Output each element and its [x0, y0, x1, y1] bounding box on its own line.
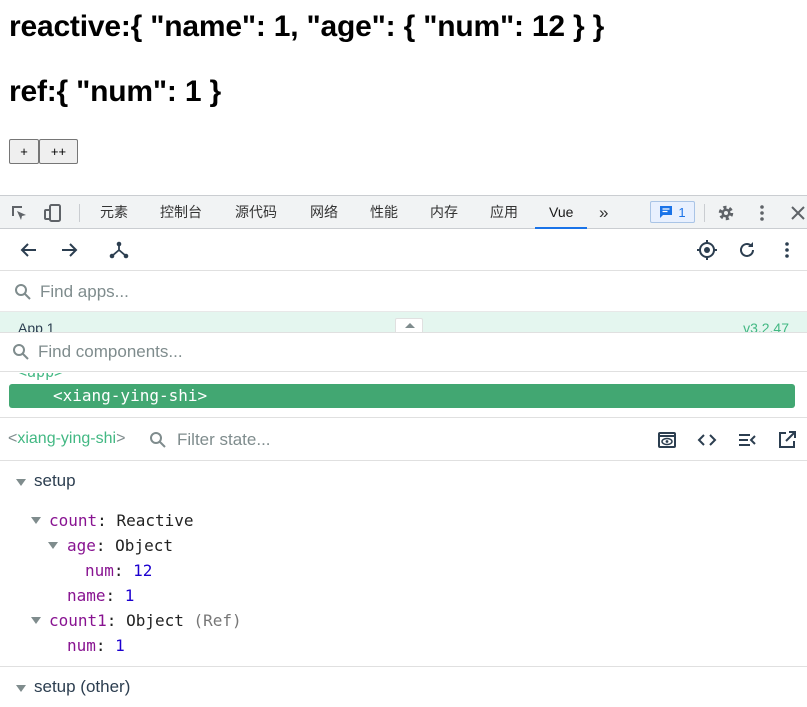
tree-node-app[interactable]: <app>	[18, 373, 63, 381]
state-key: num	[85, 561, 114, 580]
kebab-menu-icon[interactable]	[752, 203, 772, 223]
scroll-to-component-icon[interactable]	[657, 430, 677, 450]
double-increment-button[interactable]: ++	[39, 139, 78, 164]
state-toolbar: <xiang-ying-shi> Filter state...	[0, 418, 807, 461]
inspect-element-icon[interactable]	[10, 204, 28, 222]
component-tree-icon[interactable]	[108, 239, 130, 261]
increment-button[interactable]: +	[9, 139, 39, 164]
tab-sources[interactable]: 源代码	[235, 196, 277, 229]
component-tree: <app> <xiang-ying-shi>	[0, 373, 807, 418]
tab-application[interactable]: 应用	[490, 196, 518, 229]
collapse-triangle-icon[interactable]	[31, 617, 41, 624]
collapse-triangle-icon[interactable]	[16, 685, 26, 692]
tab-vue[interactable]: Vue	[534, 196, 589, 229]
refresh-icon[interactable]	[736, 239, 758, 261]
search-icon	[14, 283, 32, 301]
search-icon	[12, 343, 30, 361]
tab-console[interactable]: 控制台	[160, 196, 202, 229]
message-icon	[660, 206, 673, 218]
state-value: 1	[124, 586, 135, 605]
devtools-tabbar: 元素 控制台 源代码 网络 性能 内存 应用 Vue » 1	[0, 195, 807, 229]
collapse-triangle-icon[interactable]	[16, 479, 26, 486]
state-key: num	[67, 636, 96, 655]
message-count: 1	[678, 204, 686, 220]
state-value: 12	[133, 561, 153, 580]
tab-memory[interactable]: 内存	[430, 196, 458, 229]
tab-performance[interactable]: 性能	[370, 196, 398, 229]
messages-badge[interactable]: 1	[650, 201, 695, 223]
split-pane-handle[interactable]	[395, 318, 423, 332]
ref-tag: (Ref)	[193, 611, 242, 630]
app-version: v3.2.47	[743, 320, 789, 332]
state-key: name	[67, 586, 106, 605]
state-value: Reactive	[116, 511, 194, 530]
divider	[0, 666, 807, 667]
section-setup-other-label: setup (other)	[34, 677, 131, 696]
collapse-triangle-icon[interactable]	[48, 542, 58, 549]
components-search-bar[interactable]: Find components...	[0, 332, 807, 372]
section-setup-label: setup	[34, 471, 76, 490]
section-setup[interactable]: setup	[0, 471, 807, 493]
app-name: App 1	[18, 320, 55, 332]
devtools-panel: 元素 控制台 源代码 网络 性能 内存 应用 Vue » 1 Find apps…	[0, 195, 807, 707]
collapse-triangle-icon[interactable]	[31, 517, 41, 524]
apps-search-bar[interactable]: Find apps...	[0, 272, 807, 312]
tab-elements[interactable]: 元素	[100, 196, 128, 229]
state-key: age	[67, 536, 96, 555]
components-search-input[interactable]: Find components...	[38, 342, 183, 362]
state-value: 1	[115, 636, 125, 655]
ref-heading: ref:{ "num": 1 }	[9, 75, 221, 108]
code-icon[interactable]	[697, 430, 717, 450]
open-in-editor-icon[interactable]	[777, 430, 797, 450]
tab-network[interactable]: 网络	[310, 196, 338, 229]
device-toolbar-icon[interactable]	[43, 203, 63, 223]
forward-arrow-icon[interactable]	[58, 239, 80, 261]
selected-component-name: <xiang-ying-shi>	[8, 430, 126, 447]
filter-state-input[interactable]: Filter state...	[177, 430, 271, 450]
state-value: Object	[115, 536, 173, 555]
inspect-dom-icon[interactable]	[737, 430, 757, 450]
state-key: count1	[49, 611, 107, 630]
gear-icon[interactable]	[716, 203, 736, 223]
chevron-up-icon	[405, 323, 415, 328]
more-options-icon[interactable]	[776, 239, 798, 261]
back-arrow-icon[interactable]	[18, 239, 40, 261]
more-tabs-icon[interactable]: »	[599, 196, 608, 229]
vue-devtools-nav	[0, 229, 807, 271]
apps-search-input[interactable]: Find apps...	[40, 282, 129, 302]
state-value: Object	[126, 611, 184, 630]
tree-node-selected[interactable]: <xiang-ying-shi>	[9, 384, 795, 408]
search-icon	[149, 431, 167, 449]
section-setup-other[interactable]: setup (other)	[0, 677, 807, 699]
state-key: count	[49, 511, 98, 530]
reactive-heading: reactive:{ "name": 1, "age": { "num": 12…	[9, 10, 605, 43]
select-component-icon[interactable]	[696, 239, 718, 261]
close-icon[interactable]	[788, 203, 807, 223]
